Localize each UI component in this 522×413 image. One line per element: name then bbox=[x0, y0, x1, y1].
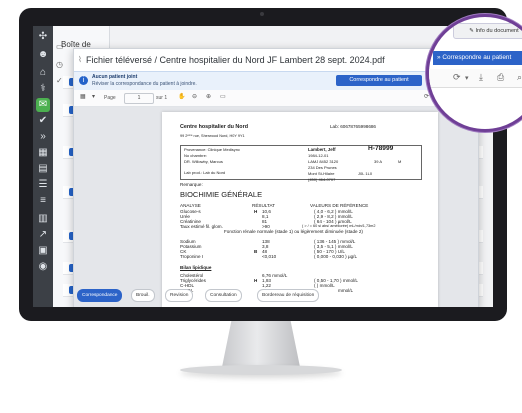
lab-flag: H bbox=[254, 278, 258, 283]
page-label: Page bbox=[104, 95, 116, 101]
match-patient-button-zoomed[interactable]: » Correspondre au patient bbox=[433, 51, 522, 65]
clock-icon[interactable]: ◷ bbox=[56, 60, 63, 69]
left-sidebar: ✣ ☻ ⌂ ⚕ ✉ ✔ » ▦ ▤ ☰ ≡ ▥ ↗ ▣ ◉ bbox=[33, 26, 53, 307]
doc-lab-id: Lab: 60678765998686 bbox=[330, 124, 376, 129]
doc-patient-code: H-78999 bbox=[368, 145, 394, 152]
viewer-toolbar: ▦ ▾ Page 1 sur 1 ✋ ⊖ ⊕ ▭ ⟳ ⤓ ⎙ ⌕ bbox=[74, 90, 478, 107]
inbox-icon[interactable]: ✉ bbox=[36, 98, 50, 112]
doc-col-ref: VALEURS DE RÉFÉRENCE bbox=[310, 203, 369, 208]
notice-title: Aucun patient joint bbox=[92, 74, 138, 80]
download-icon[interactable]: ⤓ bbox=[479, 72, 483, 83]
doc-sex: M bbox=[398, 159, 402, 164]
search-icon[interactable]: ⌕ bbox=[517, 72, 522, 83]
notice-subtitle: Réviser la correspondance du patient à j… bbox=[92, 81, 197, 87]
doc-col-analysis: ANALYSE bbox=[180, 203, 201, 208]
document-page: Centre hospitalier du Nord Lab: 60678765… bbox=[162, 112, 438, 307]
doc-phone: (450) 464-0707 bbox=[308, 177, 336, 182]
page-total: sur 1 bbox=[156, 95, 168, 101]
list-alt-icon[interactable]: ≡ bbox=[36, 194, 50, 208]
hand-icon[interactable]: ✋ bbox=[178, 93, 185, 100]
zoom-in-icon[interactable]: ⊕ bbox=[206, 93, 211, 100]
lab-ref: ( 0,000 - 0,030 ) µg/L bbox=[314, 254, 357, 259]
lab-ref: ( ) mmol/L bbox=[314, 283, 335, 288]
match-patient-label: Correspondre au patient bbox=[442, 54, 512, 61]
consultation-button[interactable]: Consultation bbox=[205, 289, 242, 302]
doc-address: 99 2ᵉᵐᵉ rue, Sherwood Nord, H0Y 9Y1 bbox=[180, 134, 245, 138]
action-bar: Correspondance Brouil. Revision Consulta… bbox=[73, 289, 477, 303]
stack-icon[interactable]: ▣ bbox=[36, 244, 50, 258]
doc-city: Mont St-Hilaire bbox=[308, 171, 335, 176]
avatar-icon[interactable]: ☻ bbox=[36, 48, 50, 62]
list-icon[interactable]: ☰ bbox=[36, 178, 50, 192]
eye-icon[interactable]: ◉ bbox=[36, 260, 50, 274]
logo-icon: ✣ bbox=[38, 31, 48, 42]
info-document-label: Info du document bbox=[475, 28, 519, 34]
doc-patient-name: Lambert, Jeff bbox=[308, 147, 336, 152]
tree-icon[interactable]: ⚕ bbox=[36, 82, 50, 96]
print-icon[interactable]: ⎙ bbox=[497, 72, 504, 83]
grid-icon[interactable]: ▦ bbox=[36, 146, 50, 160]
check-icon[interactable]: ✔ bbox=[36, 114, 50, 128]
monitor-base bbox=[180, 365, 342, 375]
rotate-icon[interactable]: ⟳ bbox=[424, 93, 429, 100]
doc-health-no: LAMJ 8452 3120 bbox=[308, 159, 339, 164]
lab-flag: H bbox=[254, 209, 258, 214]
lab-name: Troponine I bbox=[180, 254, 204, 259]
lab-ref: ( > / = 60 si abs/ améliorée) mL/min/1,7… bbox=[302, 224, 376, 228]
doc-street: 234 Des Prunes bbox=[308, 165, 337, 170]
bar-chart-icon[interactable]: ▥ bbox=[36, 212, 50, 226]
screen: ✣ ☻ ⌂ ⚕ ✉ ✔ » ▦ ▤ ☰ ≡ ▥ ↗ ▣ ◉ ▭ ◷ ✓ Boît… bbox=[33, 26, 493, 307]
home-icon[interactable]: ⌂ bbox=[36, 66, 50, 80]
doc-doctor: DR. Willowby, Marcus bbox=[184, 159, 223, 164]
camera-dot bbox=[260, 12, 264, 16]
doc-lipid-title: Bilan lipidique bbox=[180, 265, 212, 270]
forward-icon[interactable]: » bbox=[36, 130, 50, 144]
doc-remark: Remarque: bbox=[180, 182, 203, 187]
paperclip-icon: ⌇ bbox=[78, 55, 82, 64]
doc-section: BIOCHIMIE GÉNÉRALE bbox=[180, 190, 263, 199]
trend-icon[interactable]: ↗ bbox=[36, 228, 50, 242]
check-mark-icon[interactable]: ✓ bbox=[56, 76, 63, 85]
match-patient-button[interactable]: Correspondre au patient bbox=[336, 75, 422, 86]
correspondence-button[interactable]: Correspondance bbox=[77, 289, 123, 302]
document-viewer: ⌇ Fichier téléversé / Centre hospitalier… bbox=[73, 48, 479, 307]
doc-hospital: Centre hospitalier du Nord bbox=[180, 124, 248, 130]
lab-value: <0,010 bbox=[262, 254, 277, 259]
doc-col-result: RÉSULTAT bbox=[252, 203, 275, 208]
page-input[interactable]: 1 bbox=[124, 93, 154, 104]
zoomed-toolbar: ⟳ ▾ ⤓ ⎙ ⌕ bbox=[429, 69, 522, 88]
document-title: Fichier téléversé / Centre hospitalier d… bbox=[86, 55, 385, 65]
thumbnails-icon[interactable]: ▦ bbox=[80, 93, 86, 100]
doc-gfr-note: Fonction rénale normale (stade 1) ou lég… bbox=[224, 229, 363, 234]
zoom-out-icon[interactable]: ⊖ bbox=[192, 93, 197, 100]
doc-provenance: Provenance: Clinique Medisync bbox=[184, 147, 241, 152]
lab-flag: B bbox=[254, 249, 258, 254]
info-icon: i bbox=[79, 76, 88, 85]
rotate-icon[interactable]: ⟳ bbox=[453, 72, 461, 83]
chevron-down-icon[interactable]: ▾ bbox=[465, 74, 469, 82]
doc-room: No chambre: bbox=[184, 153, 207, 158]
doc-lab-prod: Lab prod.: Lab du Nord bbox=[184, 170, 226, 175]
doc-dob: 1984-12-01 bbox=[308, 153, 329, 158]
monitor-stand bbox=[222, 321, 300, 367]
doc-postal: J0L 1L0 bbox=[358, 171, 373, 176]
doc-age: 39 A bbox=[374, 159, 383, 164]
fit-page-icon[interactable]: ▭ bbox=[220, 93, 226, 100]
info-document-button[interactable]: ✎ Info du document bbox=[453, 23, 522, 39]
lab-name: Taux estimé fil. glom. bbox=[180, 224, 223, 229]
review-button[interactable]: Revision bbox=[165, 289, 194, 302]
requisition-button[interactable]: Bordereau de réquisition bbox=[257, 289, 320, 302]
draft-button[interactable]: Brouil. bbox=[131, 289, 155, 302]
chevron-down-icon[interactable]: ▾ bbox=[92, 93, 95, 100]
document-icon[interactable]: ▤ bbox=[36, 162, 50, 176]
